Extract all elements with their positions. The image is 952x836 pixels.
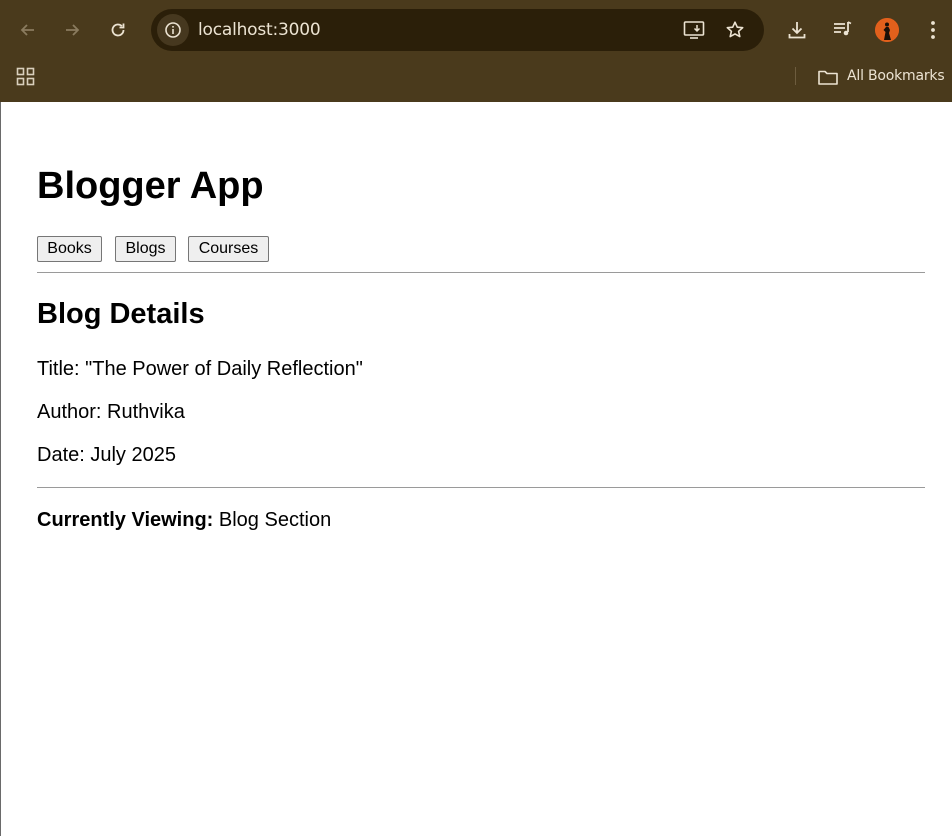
install-app-icon [683,21,705,39]
bookmark-star-button[interactable] [723,18,747,42]
blog-title: Title: "The Power of Daily Reflection" [37,358,363,380]
bookmarks-divider [795,67,796,85]
blog-date: Date: July 2025 [37,444,176,466]
current-view-status: Currently Viewing: Blog Section [37,508,331,532]
browser-chrome: localhost:3000 All Bookmarks [0,0,952,102]
reload-button[interactable] [102,14,134,46]
profile-avatar[interactable] [875,18,899,42]
folder-icon [818,70,838,85]
books-button[interactable]: Books [37,236,102,262]
current-view-label: Currently Viewing: [37,509,214,531]
apps-grid-icon [16,67,35,86]
info-icon [165,22,181,38]
all-bookmarks-label[interactable]: All Bookmarks [847,66,945,86]
more-vertical-icon [931,21,935,39]
section-heading: Blog Details [37,298,205,330]
star-icon [726,21,744,38]
download-icon [788,22,806,39]
divider-top [37,272,925,273]
address-bar[interactable]: localhost:3000 [151,9,764,51]
arrow-left-icon [20,24,34,36]
browser-menu-button[interactable] [920,17,946,43]
playlist-music-icon [834,21,852,36]
reload-icon [111,23,125,37]
downloads-button[interactable] [784,17,810,43]
apps-button[interactable] [16,67,36,87]
media-controls-button[interactable] [829,17,855,43]
page-content: Blogger App Books Blogs Courses Blog Det… [0,102,952,836]
courses-button[interactable]: Courses [188,236,269,262]
divider-bottom [37,487,925,488]
all-bookmarks-folder-button[interactable] [817,67,839,87]
browser-toolbar: localhost:3000 [0,0,952,62]
back-button[interactable] [12,14,44,46]
blog-author: Author: Ruthvika [37,401,185,423]
avatar-image [875,18,899,42]
blogs-button[interactable]: Blogs [115,236,176,262]
arrow-right-icon [66,24,80,36]
bookmarks-bar [0,62,952,102]
app-title: Blogger App [37,165,264,207]
url-text[interactable]: localhost:3000 [198,9,321,51]
site-info-button[interactable] [157,14,189,46]
forward-button[interactable] [56,14,88,46]
install-app-button[interactable] [682,18,706,42]
current-view-value: Blog Section [218,509,332,531]
